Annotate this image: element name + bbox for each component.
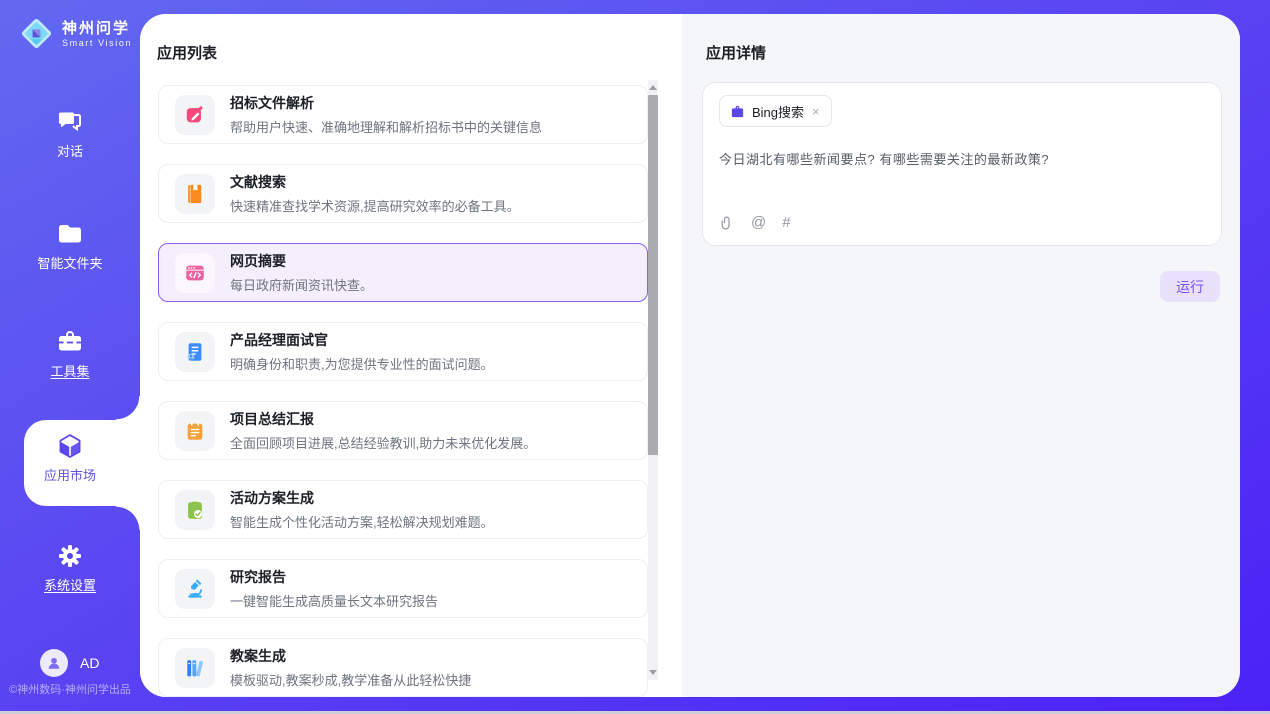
user-initials: AD bbox=[80, 655, 99, 671]
person-icon bbox=[45, 654, 63, 672]
app-icon-tile bbox=[175, 332, 215, 372]
app-card-name: 网页摘要 bbox=[230, 251, 373, 271]
app-card-desc: 帮助用户快速、准确地理解和解析招标书中的关键信息 bbox=[230, 117, 542, 136]
scrollbar[interactable] bbox=[648, 80, 658, 680]
brand-subtitle: Smart Vision bbox=[62, 38, 132, 48]
interview-doc-icon bbox=[184, 341, 206, 363]
app-list-title: 应用列表 bbox=[157, 42, 217, 63]
sidebar-item-4[interactable]: 应用市场 bbox=[0, 432, 140, 485]
app-card-text: 网页摘要每日政府新闻资讯快查。 bbox=[230, 251, 373, 294]
app-card-3[interactable]: 网页摘要每日政府新闻资讯快查。 bbox=[158, 243, 648, 302]
app-icon-tile bbox=[175, 253, 215, 293]
scrollbar-thumb[interactable] bbox=[648, 95, 658, 455]
sidebar-item-1[interactable]: 对话 bbox=[0, 108, 140, 161]
app-card-name: 产品经理面试官 bbox=[230, 330, 494, 350]
app-card-name: 教案生成 bbox=[230, 646, 471, 666]
app-card-text: 产品经理面试官明确身份和职责,为您提供专业性的面试问题。 bbox=[230, 330, 494, 373]
app-icon-tile bbox=[175, 490, 215, 530]
app-card-text: 研究报告一键智能生成高质量长文本研究报告 bbox=[230, 567, 438, 610]
briefcase-icon bbox=[730, 104, 745, 119]
app-icon-tile bbox=[175, 569, 215, 609]
app-card-list: 招标文件解析帮助用户快速、准确地理解和解析招标书中的关键信息文献搜索快速精准查找… bbox=[158, 85, 648, 697]
user-row[interactable]: AD bbox=[40, 649, 99, 677]
toolbox-icon bbox=[56, 328, 84, 356]
prompt-input-card[interactable]: Bing搜索 × 今日湖北有哪些新闻要点? 有哪些需要关注的最新政策? @ # bbox=[702, 82, 1222, 246]
scroll-up-icon[interactable] bbox=[649, 85, 657, 90]
microscope-icon bbox=[184, 578, 206, 600]
paperclip-icon[interactable] bbox=[719, 215, 735, 231]
tool-chip-bing-search[interactable]: Bing搜索 × bbox=[719, 95, 832, 127]
content-area: 应用列表 招标文件解析帮助用户快速、准确地理解和解析招标书中的关键信息文献搜索快… bbox=[140, 14, 1240, 697]
app-card-6[interactable]: 活动方案生成智能生成个性化活动方案,轻松解决规划难题。 bbox=[158, 480, 648, 539]
logo-diamond-icon bbox=[18, 15, 55, 52]
app-icon-tile bbox=[175, 411, 215, 451]
books-icon bbox=[184, 657, 206, 679]
app-card-name: 研究报告 bbox=[230, 567, 438, 587]
app-card-text: 项目总结汇报全面回顾项目进展,总结经验教训,助力未来优化发展。 bbox=[230, 409, 536, 452]
app-card-1[interactable]: 招标文件解析帮助用户快速、准确地理解和解析招标书中的关键信息 bbox=[158, 85, 648, 144]
app-card-desc: 一键智能生成高质量长文本研究报告 bbox=[230, 591, 438, 610]
at-icon[interactable]: @ bbox=[751, 214, 766, 231]
app-logo: 神州问学 Smart Vision bbox=[18, 15, 132, 52]
app-card-desc: 智能生成个性化活动方案,轻松解决规划难题。 bbox=[230, 512, 494, 531]
browser-code-icon bbox=[184, 262, 206, 284]
app-card-name: 活动方案生成 bbox=[230, 488, 494, 508]
app-list-panel: 应用列表 招标文件解析帮助用户快速、准确地理解和解析招标书中的关键信息文献搜索快… bbox=[140, 14, 682, 697]
sidebar-item-label: 智能文件夹 bbox=[37, 256, 102, 271]
app-card-desc: 明确身份和职责,为您提供专业性的面试问题。 bbox=[230, 354, 494, 373]
scroll-down-icon[interactable] bbox=[649, 670, 657, 675]
clipboard-check-icon bbox=[184, 499, 206, 521]
chat-icon bbox=[56, 108, 84, 136]
brand-name: 神州问学 bbox=[62, 20, 132, 38]
avatar[interactable] bbox=[40, 649, 68, 677]
app-card-name: 招标文件解析 bbox=[230, 93, 542, 113]
app-card-text: 教案生成模板驱动,教案秒成,教学准备从此轻松快捷 bbox=[230, 646, 471, 689]
folder-icon bbox=[56, 220, 84, 248]
sidebar: 神州问学 Smart Vision 对话智能文件夹工具集应用市场系统设置 AD … bbox=[0, 0, 140, 714]
app-detail-panel: 应用详情 Bing搜索 × 今日湖北有哪些新闻要点? 有哪些需要关注的最新政策?… bbox=[682, 14, 1240, 697]
app-card-name: 文献搜索 bbox=[230, 172, 520, 192]
gear-icon bbox=[56, 542, 84, 570]
app-card-desc: 全面回顾项目进展,总结经验教训,助力未来优化发展。 bbox=[230, 433, 536, 452]
app-card-7[interactable]: 研究报告一键智能生成高质量长文本研究报告 bbox=[158, 559, 648, 618]
app-card-name: 项目总结汇报 bbox=[230, 409, 536, 429]
hash-icon[interactable]: # bbox=[782, 214, 790, 231]
sidebar-item-label: 对话 bbox=[57, 144, 83, 159]
sidebar-item-label: 应用市场 bbox=[44, 468, 96, 483]
app-card-4[interactable]: 产品经理面试官明确身份和职责,为您提供专业性的面试问题。 bbox=[158, 322, 648, 381]
app-icon-tile bbox=[175, 95, 215, 135]
app-card-text: 活动方案生成智能生成个性化活动方案,轻松解决规划难题。 bbox=[230, 488, 494, 531]
app-card-text: 文献搜索快速精准查找学术资源,提高研究效率的必备工具。 bbox=[230, 172, 520, 215]
app-detail-title: 应用详情 bbox=[706, 42, 766, 63]
app-icon-tile bbox=[175, 174, 215, 214]
doc-edit-icon bbox=[184, 104, 206, 126]
notepad-icon bbox=[184, 420, 206, 442]
app-icon-tile bbox=[175, 648, 215, 688]
sidebar-item-label: 工具集 bbox=[50, 364, 89, 379]
app-card-8[interactable]: 教案生成模板驱动,教案秒成,教学准备从此轻松快捷 bbox=[158, 638, 648, 697]
sidebar-item-label: 系统设置 bbox=[44, 578, 96, 593]
book-icon bbox=[184, 183, 206, 205]
app-card-desc: 快速精准查找学术资源,提高研究效率的必备工具。 bbox=[230, 196, 520, 215]
sidebar-item-2[interactable]: 智能文件夹 bbox=[0, 220, 140, 273]
run-button[interactable]: 运行 bbox=[1160, 271, 1220, 302]
prompt-question-text[interactable]: 今日湖北有哪些新闻要点? 有哪些需要关注的最新政策? bbox=[719, 149, 1205, 168]
tool-chip-label: Bing搜索 bbox=[752, 102, 804, 121]
sidebar-item-3[interactable]: 工具集 bbox=[0, 328, 140, 381]
app-card-5[interactable]: 项目总结汇报全面回顾项目进展,总结经验教训,助力未来优化发展。 bbox=[158, 401, 648, 460]
app-card-desc: 每日政府新闻资讯快查。 bbox=[230, 275, 373, 294]
app-card-text: 招标文件解析帮助用户快速、准确地理解和解析招标书中的关键信息 bbox=[230, 93, 542, 136]
copyright-text: ©神州数码·神州问学出品 bbox=[0, 681, 140, 697]
sidebar-item-5[interactable]: 系统设置 bbox=[0, 542, 140, 595]
app-card-2[interactable]: 文献搜索快速精准查找学术资源,提高研究效率的必备工具。 bbox=[158, 164, 648, 223]
app-card-desc: 模板驱动,教案秒成,教学准备从此轻松快捷 bbox=[230, 670, 471, 689]
chip-close-icon[interactable]: × bbox=[811, 105, 821, 118]
cube-icon bbox=[56, 432, 84, 460]
prompt-toolbar: @ # bbox=[719, 214, 791, 231]
